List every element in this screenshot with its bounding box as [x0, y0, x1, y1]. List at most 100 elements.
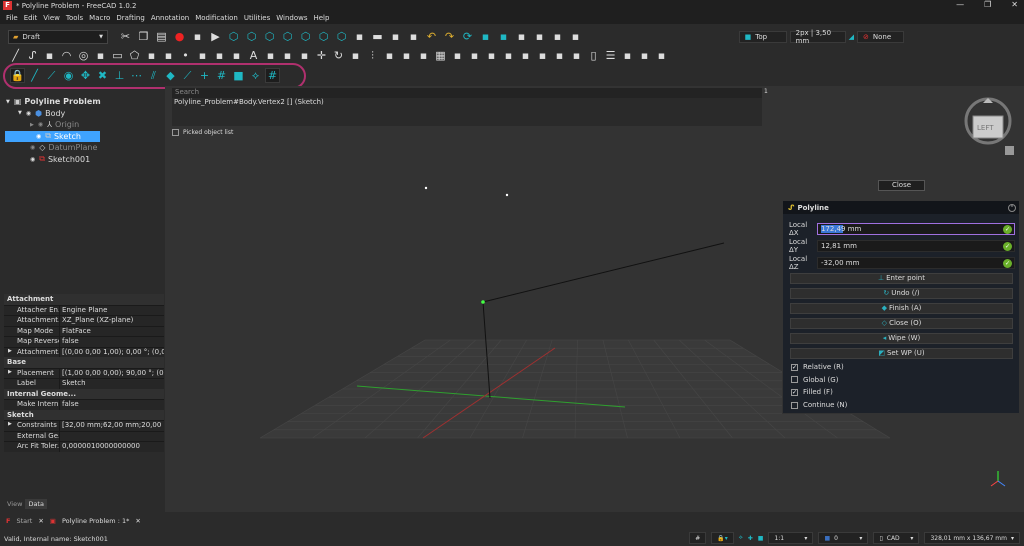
- menu-help[interactable]: Help: [313, 14, 329, 22]
- menu-utilities[interactable]: Utilities: [244, 14, 270, 22]
- checkbox[interactable]: [791, 376, 798, 384]
- select-group-icon[interactable]: ▪: [654, 48, 669, 63]
- collapse-icon[interactable]: ⌃: [1008, 203, 1016, 212]
- search-input[interactable]: Search: [172, 88, 762, 98]
- property-row[interactable]: Make Intern...false: [4, 399, 164, 410]
- autogroup-icon[interactable]: ◢: [849, 33, 854, 41]
- relative-checkbox[interactable]: ✓ Relative (R): [791, 363, 844, 371]
- record-macro-icon[interactable]: ●: [172, 29, 187, 44]
- scale-dropdown[interactable]: 1:1 ▾: [768, 532, 814, 544]
- zoom-selection-icon[interactable]: ▪: [496, 29, 511, 44]
- close-wire-button[interactable]: ◇ Close (O): [790, 318, 1013, 329]
- expression-icon[interactable]: ▪: [406, 29, 421, 44]
- checkbox[interactable]: ✓: [791, 388, 798, 396]
- layer-dropdown[interactable]: ■ 0 ▾: [818, 532, 869, 544]
- close-tab-icon[interactable]: ✕: [38, 517, 43, 525]
- part-icon[interactable]: ▪: [352, 29, 367, 44]
- menu-annotation[interactable]: Annotation: [151, 14, 189, 22]
- hatch-icon[interactable]: ▪: [229, 48, 244, 63]
- local-delta-input[interactable]: 172,49 mm ✓: [817, 223, 1015, 235]
- draw-style-icon[interactable]: ▪: [514, 29, 529, 44]
- property-value[interactable]: Sketch: [60, 379, 164, 389]
- tree-item-sketch001[interactable]: ◉ ⧉ Sketch001: [0, 154, 165, 166]
- zoom-all-icon[interactable]: ▪: [478, 29, 493, 44]
- close-button[interactable]: Close: [878, 180, 925, 191]
- property-value[interactable]: Engine Plane: [60, 306, 164, 316]
- label-icon[interactable]: ▪: [280, 48, 295, 63]
- picked-object-list-checkbox[interactable]: Picked object list: [172, 129, 233, 136]
- local-delta-input[interactable]: -32,00 mm ✓: [817, 257, 1015, 269]
- draft-to-sketch-icon[interactable]: ▪: [552, 48, 567, 63]
- menu-macro[interactable]: Macro: [89, 14, 110, 22]
- property-row[interactable]: Label Sketch: [4, 378, 164, 389]
- visibility-eye-icon[interactable]: ◉: [30, 144, 35, 151]
- tree-item-origin[interactable]: ▶ ◉ ⅄ Origin: [0, 119, 165, 131]
- undo-button[interactable]: ↻ Undo (/): [790, 288, 1013, 299]
- property-value[interactable]: [60, 432, 164, 442]
- group-icon[interactable]: ▪: [637, 48, 652, 63]
- view-isometric-icon[interactable]: ⬡: [226, 29, 241, 44]
- move-icon[interactable]: ✛: [314, 48, 329, 63]
- shapestring-icon[interactable]: ▪: [212, 48, 227, 63]
- property-value[interactable]: [32,00 mm;62,00 mm;20,00 mm]: [60, 421, 164, 431]
- polyline-icon[interactable]: ᔑ: [25, 48, 40, 63]
- continue-checkbox[interactable]: Continue (N): [791, 401, 847, 409]
- line-width-button[interactable]: 2px | 3,50 mm: [789, 29, 846, 45]
- snap-dimensions-icon[interactable]: ■: [758, 535, 764, 542]
- menu-modification[interactable]: Modification: [195, 14, 238, 22]
- trimex-icon[interactable]: ▪: [399, 48, 414, 63]
- checkbox[interactable]: ✓: [791, 363, 798, 371]
- property-row[interactable]: ▶ Attachment... [(0,00 0,00 1,00); 0,00 °;…: [4, 346, 164, 357]
- copy-icon[interactable]: ❐: [136, 29, 151, 44]
- downgrade-icon[interactable]: ▪: [518, 48, 533, 63]
- whats-this-icon[interactable]: ▪: [568, 29, 583, 44]
- tree-item-polyline-problem[interactable]: ▼ ▣ Polyline Problem: [0, 96, 165, 108]
- property-value[interactable]: [(1,00 0,00 0,00); 90,00 °; (0,00 mm ...: [60, 369, 164, 379]
- property-value[interactable]: false: [60, 337, 164, 347]
- redo-icon[interactable]: ↷: [442, 29, 457, 44]
- tab-start[interactable]: Start: [16, 517, 32, 525]
- property-row[interactable]: External Ge...: [4, 430, 164, 442]
- tree-item-sketch[interactable]: ◉ ⧉ Sketch: [5, 130, 100, 142]
- workbench-selector[interactable]: ▰ Draft ▼: [8, 29, 108, 44]
- property-value[interactable]: false: [60, 400, 164, 410]
- join-icon[interactable]: ▪: [467, 48, 482, 63]
- menu-drafting[interactable]: Drafting: [116, 14, 144, 22]
- view-right-icon[interactable]: ⬡: [280, 29, 295, 44]
- checkbox[interactable]: [791, 401, 798, 409]
- view-front-icon[interactable]: ⬡: [244, 29, 259, 44]
- property-value[interactable]: 0,0000010000000000: [60, 442, 164, 452]
- vertex-point[interactable]: [481, 300, 485, 304]
- set-wp-button[interactable]: ◩ Set WP (U): [790, 348, 1013, 359]
- menu-tools[interactable]: Tools: [66, 14, 83, 22]
- dimensions-display[interactable]: 328,01 mm x 136,67 mm ▾: [924, 532, 1020, 544]
- facebinder-icon[interactable]: ▪: [195, 48, 210, 63]
- property-group[interactable]: Sketch: [4, 409, 164, 420]
- refresh-icon[interactable]: ⟳: [460, 29, 475, 44]
- tab-document[interactable]: Polyline Problem : 1*: [62, 517, 129, 525]
- point-icon[interactable]: •: [178, 48, 193, 63]
- navigation-cube[interactable]: LEFT: [955, 88, 1021, 158]
- visibility-eye-icon[interactable]: ◉: [26, 110, 31, 117]
- collapsed-arrow-icon[interactable]: ▶: [30, 122, 34, 128]
- property-value[interactable]: XZ_Plane (XZ-plane): [60, 316, 164, 326]
- wipe-button[interactable]: ◂ Wipe (W): [790, 333, 1013, 344]
- expand-arrow-icon[interactable]: ▶: [8, 421, 12, 427]
- selection-text[interactable]: Polyline_Problem#Body.Vertex2 [] (Sketch…: [174, 98, 324, 106]
- measure-icon[interactable]: ▪: [550, 29, 565, 44]
- menu-edit[interactable]: Edit: [24, 14, 38, 22]
- local-delta-input[interactable]: 12,81 mm ✓: [817, 240, 1015, 252]
- cut-icon[interactable]: ✂: [118, 29, 133, 44]
- tab-view[interactable]: View: [4, 499, 25, 509]
- property-row[interactable]: ▶ Constraints[32,00 mm;62,00 mm;20,00 mm]: [4, 420, 164, 431]
- global-checkbox[interactable]: Global (G): [791, 376, 838, 384]
- expand-arrow-icon[interactable]: ▶: [8, 348, 12, 354]
- rotate-icon[interactable]: ↻: [331, 48, 346, 63]
- checkbox[interactable]: [172, 129, 179, 136]
- close-tab-icon[interactable]: ✕: [135, 517, 140, 525]
- expand-arrow-icon[interactable]: ▶: [8, 369, 12, 375]
- array-icon[interactable]: ▦: [433, 48, 448, 63]
- menu-view[interactable]: View: [43, 14, 60, 22]
- fillet-icon[interactable]: ▪: [42, 48, 57, 63]
- view-menu-icon[interactable]: [1005, 146, 1014, 155]
